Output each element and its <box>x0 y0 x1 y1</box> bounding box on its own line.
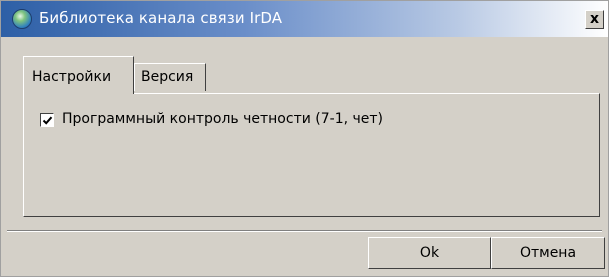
ok-button[interactable]: Ok <box>368 237 491 269</box>
window-title: Библиотека канала связи IrDA <box>39 9 283 27</box>
parity-checkbox[interactable] <box>40 113 54 127</box>
button-divider <box>7 230 602 232</box>
title-bar[interactable]: Библиотека канала связи IrDA x <box>1 1 608 37</box>
parity-checkbox-label: Программный контроль четности (7-1, чет) <box>62 111 384 127</box>
tab-version[interactable]: Версия <box>134 63 206 91</box>
cancel-button[interactable]: Отмена <box>491 237 605 269</box>
checkmark-icon <box>42 116 53 125</box>
tab-settings[interactable]: Настройки <box>23 56 134 94</box>
app-globe-icon <box>12 9 32 29</box>
close-button[interactable]: x <box>585 10 604 29</box>
dialog-window: Библиотека канала связи IrDA x Настройки… <box>0 0 609 277</box>
